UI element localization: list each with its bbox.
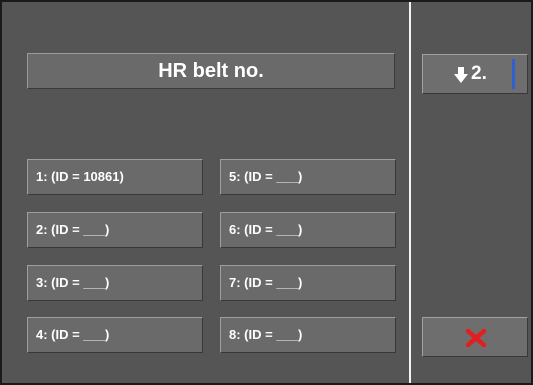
belt-button-8[interactable]: 8: (ID = ___): [220, 317, 396, 353]
belt-button-4[interactable]: 4: (ID = ___): [27, 317, 203, 353]
cancel-button[interactable]: [422, 317, 528, 357]
belt-button-6[interactable]: 6: (ID = ___): [220, 212, 396, 248]
belt-button-7[interactable]: 7: (ID = ___): [220, 265, 396, 301]
page-next-button[interactable]: 2.: [422, 54, 528, 94]
belt-button-3[interactable]: 3: (ID = ___): [27, 265, 203, 301]
page-title: HR belt no.: [27, 53, 395, 89]
close-icon: [465, 328, 487, 348]
belt-button-2[interactable]: 2: (ID = ___): [27, 212, 203, 248]
belt-button-1[interactable]: 1: (ID = 10861): [27, 159, 203, 195]
hr-belt-screen: HR belt no. 1: (ID = 10861) 2: (ID = ___…: [0, 0, 533, 385]
page-number-label: 2.: [471, 63, 487, 84]
arrow-down-icon: [454, 67, 468, 83]
belt-button-5[interactable]: 5: (ID = ___): [220, 159, 396, 195]
selection-indicator: [512, 59, 515, 89]
panel-divider: [409, 2, 411, 383]
